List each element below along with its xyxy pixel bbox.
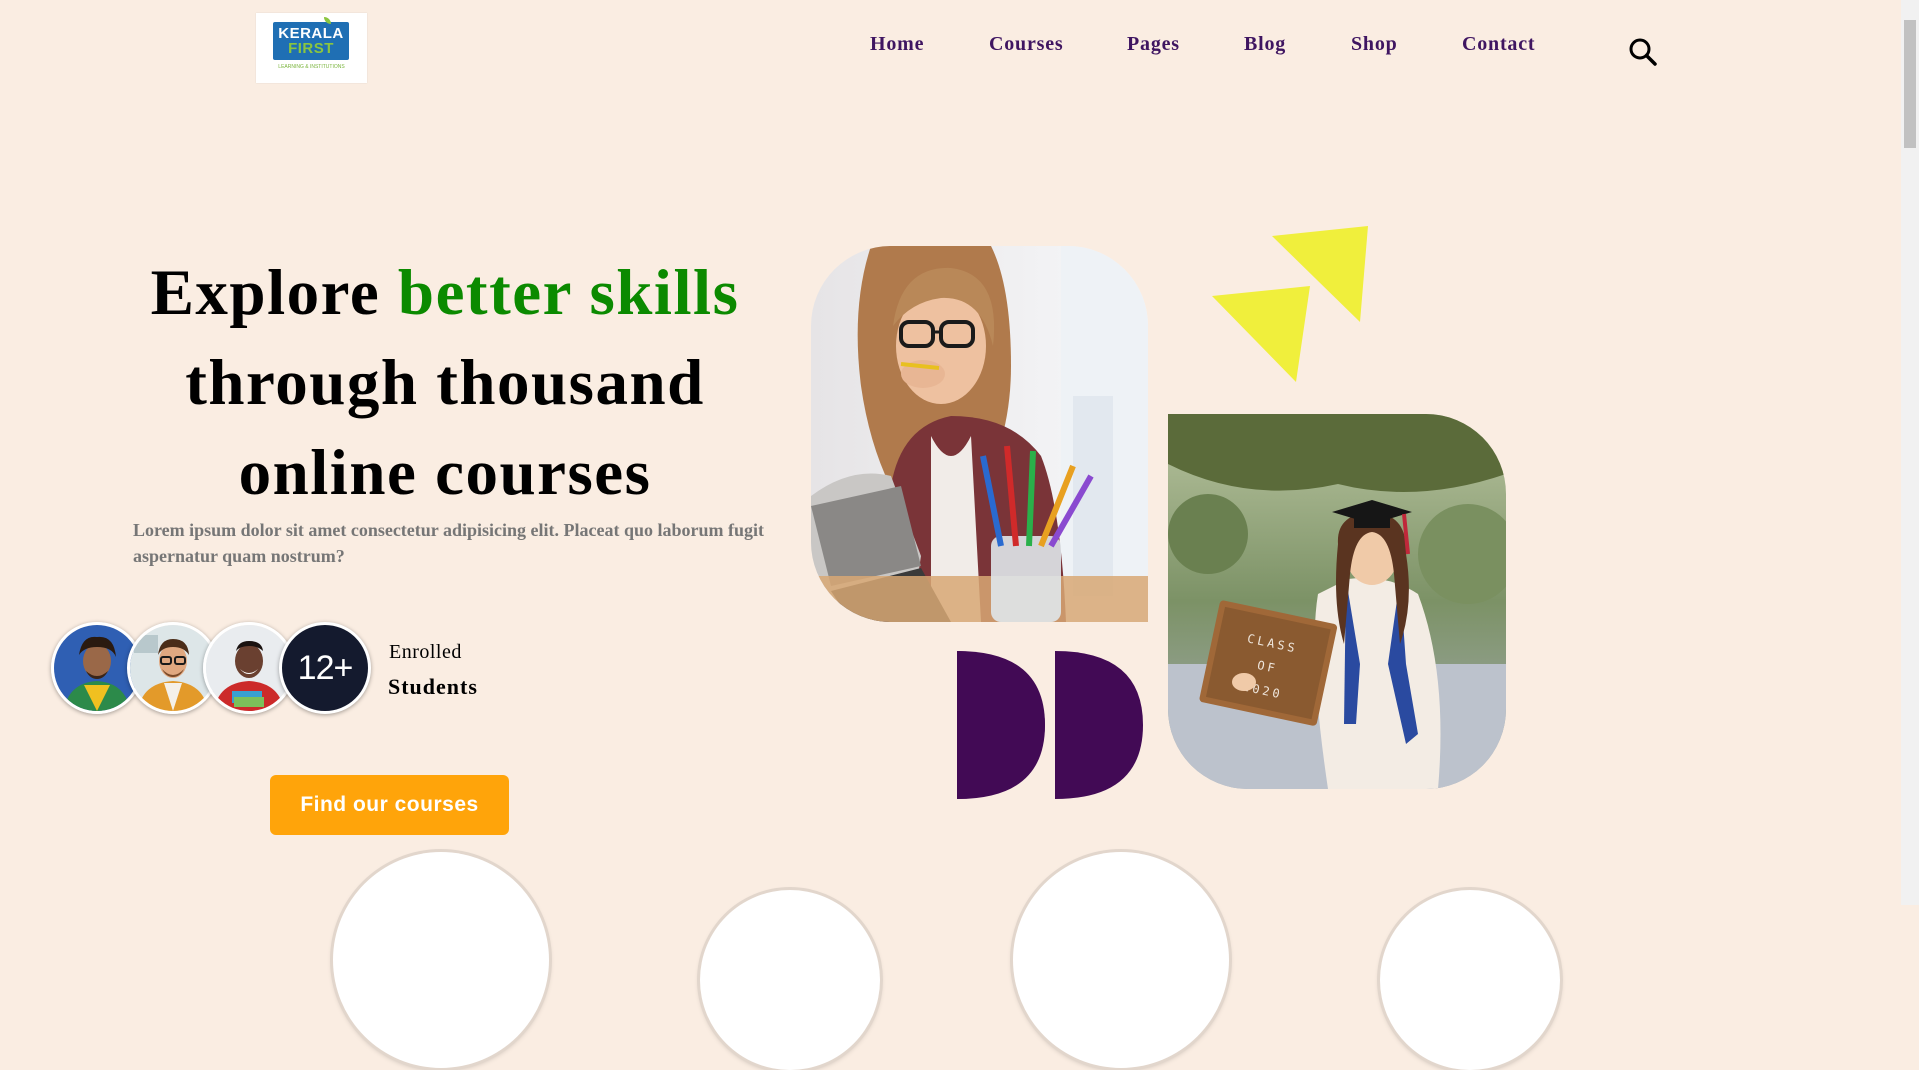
- site-logo[interactable]: KERALA FIRST LEARNING & INSTITUTIONS: [256, 13, 367, 83]
- logo-subtext: LEARNING & INSTITUTIONS: [278, 64, 345, 70]
- feature-circle-4: [1380, 890, 1560, 1070]
- student-laptop-photo: [811, 246, 1148, 622]
- students-count-badge: 12+: [279, 622, 371, 714]
- feature-circle-3: [1013, 852, 1229, 1068]
- hero-title: Explore better skills through thousand onl…: [100, 248, 790, 518]
- nav-home[interactable]: Home: [870, 33, 924, 56]
- nav-shop[interactable]: Shop: [1351, 33, 1398, 56]
- nav-blog[interactable]: Blog: [1244, 33, 1286, 56]
- logo-text-kerala: KERALA: [278, 25, 344, 42]
- logo-text-first: FIRST: [288, 40, 334, 57]
- graduate-photo: CLASS OF 2020: [1168, 414, 1506, 789]
- students-label: Students: [388, 674, 478, 699]
- hero-title-line2: through thousand: [185, 347, 705, 419]
- nav-contact[interactable]: Contact: [1462, 33, 1535, 56]
- hero-title-line3: online courses: [238, 437, 652, 509]
- hero-description: Lorem ipsum dolor sit amet consectetur a…: [133, 520, 764, 566]
- hero-title-accent: better skills: [397, 257, 740, 329]
- nav-pages[interactable]: Pages: [1127, 33, 1180, 56]
- triangle-decoration: [1212, 226, 1368, 382]
- feature-circle-1: [333, 852, 549, 1068]
- nav-courses[interactable]: Courses: [989, 33, 1064, 56]
- logo-badge: KERALA FIRST: [273, 22, 349, 60]
- half-circle-decoration: [957, 651, 1143, 799]
- enrolled-label: Enrolled: [389, 641, 462, 663]
- feature-circle-2: [700, 890, 880, 1070]
- hero-title-part1: Explore: [150, 257, 398, 329]
- search-icon[interactable]: [1628, 37, 1658, 67]
- find-courses-button[interactable]: Find our courses: [270, 775, 509, 835]
- page-scrollbar[interactable]: [1901, 0, 1919, 905]
- scrollbar-thumb[interactable]: [1904, 20, 1916, 148]
